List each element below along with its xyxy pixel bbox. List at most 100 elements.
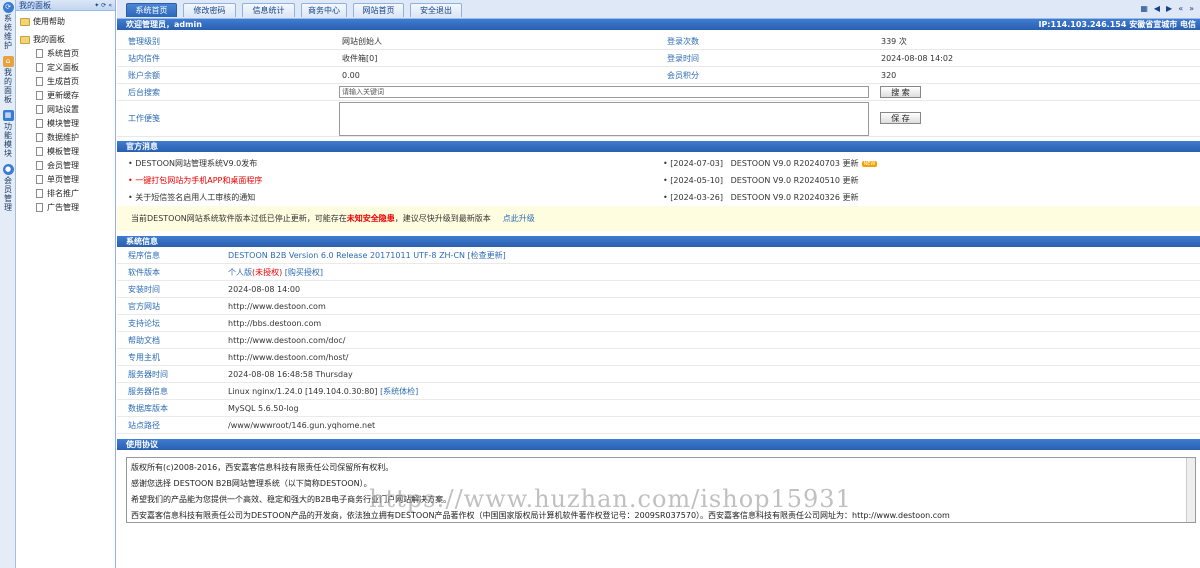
page-icon [36,147,43,156]
license-scrollbar[interactable] [1186,458,1195,522]
tree-item-templates[interactable]: 模板管理 [36,145,79,158]
sysinfo-row: 支持论坛 http://bbs.destoon.com [117,315,1200,332]
search-button[interactable]: 搜 索 [880,86,921,98]
tab-logout[interactable]: 安全退出 [410,3,462,17]
sysinfo-value-link[interactable]: [购买授权] [282,268,323,277]
forward-icon[interactable]: ▶ [1166,4,1172,13]
back-icon[interactable]: ◀ [1154,4,1160,13]
sysinfo-value-link[interactable]: [系统体检] [380,387,418,396]
update-item[interactable]: • [2024-07-03] DESTOON V9.0 R20240703 更新… [663,158,878,169]
vtab-my-panel[interactable]: ⌂ 我的面板 [0,56,16,104]
sysinfo-value: http://www.destoon.com/host/ [228,353,348,362]
sysinfo-value: /www/wwwroot/146.gun.yqhome.net [228,421,375,430]
page-icon [36,133,43,142]
search-row: 后台搜索 请输入关键词 搜 索 [117,84,1200,101]
sysinfo-row: 专用主机 http://www.destoon.com/host/ [117,349,1200,366]
news-item[interactable]: • 一键打包网站为手机APP和桌面程序 [128,175,262,186]
tree-item-members[interactable]: 会员管理 [36,159,79,172]
sysinfo-value-text: 个人版 [228,267,252,277]
tree-item-pages[interactable]: 单页管理 [36,173,79,186]
tab-website-home[interactable]: 网站首页 [353,3,404,17]
vertical-tab-strip: ⟳ 系统维护 ⌂ 我的面板 ▦ 功能模块 ● 会员管理 [0,0,16,568]
role-value: 网站创始人 [342,36,382,46]
top-tab-bar: 系统首页 修改密码 信息统计 商务中心 网站首页 安全退出 ▦ ◀ ▶ « » [117,0,1200,19]
new-badge: NEW [861,160,878,167]
sysinfo-value: 2024-08-08 16:48:58 Thursday [228,370,353,379]
sysinfo-row: 程序信息 DESTOON B2B Version 6.0 Release 2017… [117,247,1200,264]
tree-item-label: 模板管理 [47,147,79,156]
tab-system-home[interactable]: 系统首页 [126,3,177,17]
tree-item-data[interactable]: 数据维护 [36,131,79,144]
sysinfo-row: 服务器时间 2024-08-08 16:48:58 Thursday [117,366,1200,383]
tree-item-label: 生成首页 [47,77,79,86]
update-item-label: [2024-07-03] DESTOON V9.0 R20240703 更新 [670,159,859,168]
update-item-label: [2024-03-26] DESTOON V9.0 R20240326 更新 [670,193,859,202]
tree-item-generate-home[interactable]: 生成首页 [36,75,79,88]
warning-text-end: ，建议尽快升级到最新版本 [394,214,491,223]
tree-item-update-cache[interactable]: 更新缓存 [36,89,79,102]
news-item[interactable]: • 关于短信签名启用人工审核的通知 [128,192,255,203]
refresh-icon[interactable]: ⟳ [101,2,106,9]
vtab-modules[interactable]: ▦ 功能模块 [0,110,16,158]
sysinfo-value-text: /www/wwwroot/146.gun.yqhome.net [228,420,376,430]
pin-icon[interactable]: ✦ [94,2,99,9]
login-time-value: 2024-08-08 14:02 [881,53,954,63]
vtab-system-maintenance[interactable]: ⟳ 系统维护 [0,2,16,50]
tree-item-label: 我的面板 [33,35,65,44]
tab-statistics[interactable]: 信息统计 [242,3,295,17]
grid-icon[interactable]: ▦ [1140,4,1148,13]
tree-item-my-panel[interactable]: 我的面板 [20,33,65,46]
login-count-value: 339 次 [881,36,907,46]
sysinfo-value: Linux nginx/1.24.0 [149.104.0.30:80] [系统… [228,386,418,397]
sysinfo-value-text: Linux nginx/1.24.0 [149.104.0.30:80] [228,386,381,396]
refresh-icon: ⟳ [2,2,14,13]
license-title: 使用协议 [126,440,158,449]
sysinfo-value: MySQL 5.6.50-log [228,404,299,413]
save-button[interactable]: 保 存 [880,112,921,124]
sysinfo-row: 软件版本 个人版(未授权) [购买授权] [117,264,1200,281]
sysinfo-value: DESTOON B2B Version 6.0 Release 20171011… [228,250,506,261]
sysinfo-value-text: DESTOON B2B Version 6.0 Release 20171011… [228,250,506,260]
collapse-icon[interactable]: « [108,2,112,9]
page-icon [36,49,43,58]
tree-item-help[interactable]: 使用帮助 [20,15,65,28]
warning-risk: 未知安全隐患 [346,214,395,223]
main-content: 欢迎管理员，admin IP:114.103.246.154 安徽省宣城市 电信… [117,19,1200,568]
mail-label: 站内信件 [128,53,160,63]
vtab-members[interactable]: ● 会员管理 [0,164,16,212]
news-item-label: DESTOON网站管理系统V9.0发布 [135,159,258,168]
tab-change-password[interactable]: 修改密码 [183,3,236,17]
tab-business-center[interactable]: 商务中心 [301,3,347,17]
update-item-label: [2024-05-10] DESTOON V9.0 R20240510 更新 [670,176,859,185]
upgrade-link[interactable]: 点此升级 [503,213,535,224]
tree-item-ranking[interactable]: 排名推广 [36,187,79,200]
page-icon [36,119,43,128]
folder-open-icon [20,35,30,44]
fast-forward-icon[interactable]: » [1189,4,1194,13]
sysinfo-label: 服务器信息 [128,386,168,396]
home-icon: ⌂ [2,56,14,67]
fast-back-icon[interactable]: « [1178,4,1183,13]
tree-item-label: 更新缓存 [47,91,79,100]
tree-item-custom-panel[interactable]: 定义面板 [36,61,79,74]
sysinfo-row: 安装时间 2024-08-08 14:00 [117,281,1200,298]
search-label: 后台搜索 [128,87,160,97]
search-input[interactable]: 请输入关键词 [339,86,869,98]
tree-item-ads[interactable]: 广告管理 [36,201,79,214]
warning-text: 当前DESTOON网站系统软件版本过低已停止更新，可能存在 [131,214,347,223]
account-row-3: 账户余额 0.00 会员积分 320 [117,67,1200,84]
balance-label: 账户余额 [128,70,160,80]
sysinfo-value-text: http://bbs.destoon.com [228,318,322,328]
tree-item-system-home[interactable]: 系统首页 [36,47,79,60]
news-item[interactable]: • DESTOON网站管理系统V9.0发布 [128,158,257,169]
mail-link[interactable]: 收件箱[0] [342,53,377,64]
app-root: ⟳ 系统维护 ⌂ 我的面板 ▦ 功能模块 ● 会员管理 我的面板 ✦ ⟳ « 使… [0,0,1200,568]
sysinfo-value-text: http://www.destoon.com/host/ [228,352,349,362]
memo-textarea[interactable] [339,102,869,136]
tree-item-modules[interactable]: 模块管理 [36,117,79,130]
sysinfo-value-warning: (未授权) [252,267,283,277]
update-item[interactable]: • [2024-03-26] DESTOON V9.0 R20240326 更新 [663,192,859,203]
tree-item-site-settings[interactable]: 网站设置 [36,103,79,116]
update-item[interactable]: • [2024-05-10] DESTOON V9.0 R20240510 更新 [663,175,859,186]
module-icon: ▦ [2,110,14,121]
